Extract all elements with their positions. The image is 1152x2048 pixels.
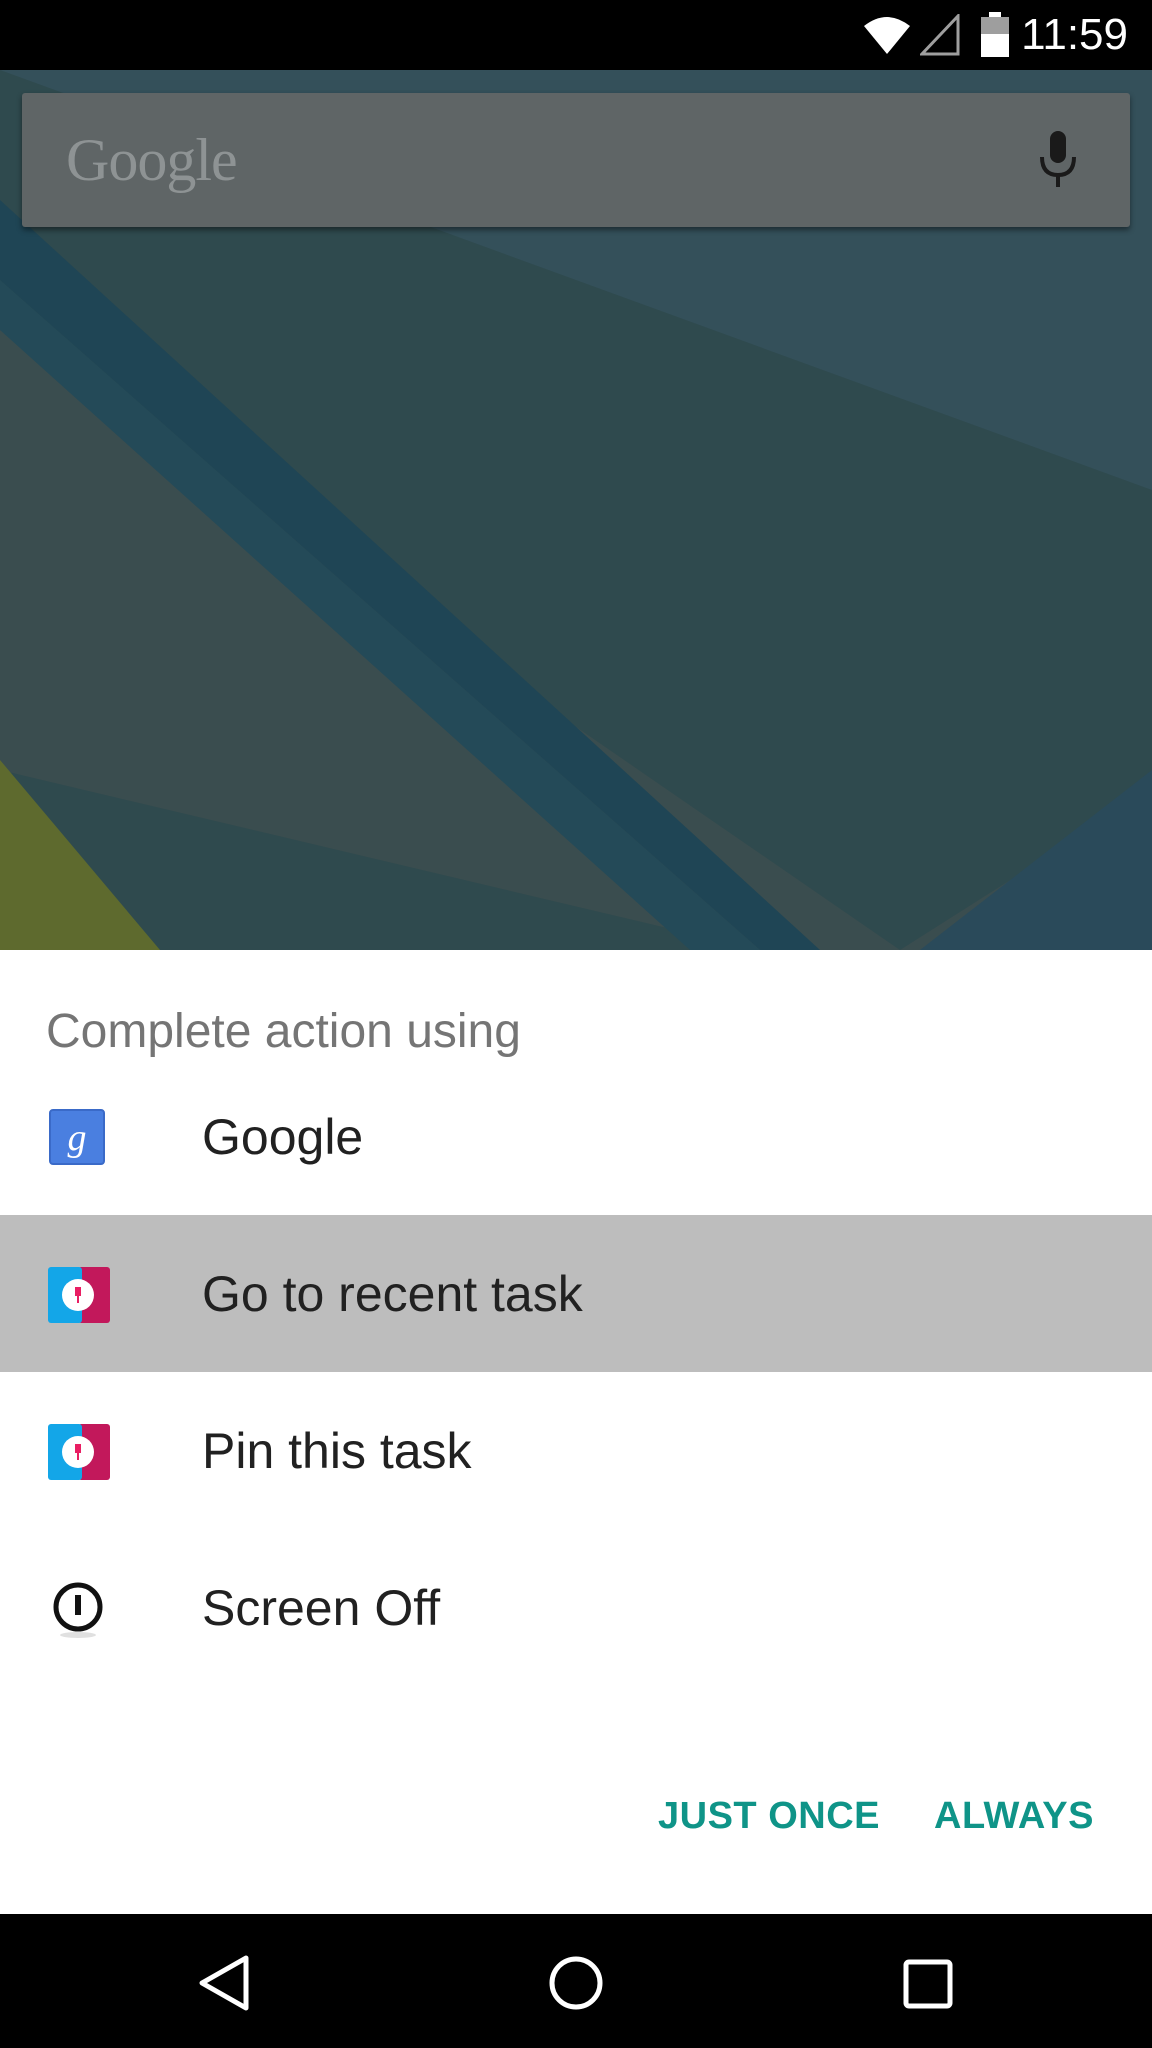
- recents-icon[interactable]: [902, 1958, 954, 2010]
- just-once-button[interactable]: JUST ONCE: [658, 1776, 880, 1856]
- dialog-title: Complete action using: [46, 1005, 521, 1058]
- always-button[interactable]: ALWAYS: [934, 1776, 1094, 1856]
- option-label: Screen Off: [202, 1580, 441, 1636]
- wifi-icon: [864, 17, 910, 54]
- svg-text:g: g: [68, 1117, 87, 1159]
- back-icon[interactable]: [196, 1954, 252, 2012]
- complete-action-dialog: Complete action using g Google Go to rec…: [0, 950, 1152, 1914]
- option-google[interactable]: g Google: [0, 1058, 1152, 1215]
- navigation-bar: [0, 1914, 1152, 2048]
- mic-icon[interactable]: [1034, 129, 1082, 193]
- option-go-to-recent-task[interactable]: Go to recent task: [0, 1215, 1152, 1372]
- option-label: Go to recent task: [202, 1266, 583, 1322]
- option-label: Google: [202, 1109, 364, 1165]
- google-search-bar[interactable]: Google: [22, 93, 1130, 227]
- dialog-actions: JUST ONCE ALWAYS: [0, 1776, 1152, 1856]
- pin-task-app-icon: [48, 1424, 110, 1480]
- battery-icon: [981, 12, 1009, 57]
- recent-task-app-icon: [48, 1267, 110, 1323]
- option-label: Pin this task: [202, 1423, 472, 1479]
- screen-off-icon: [53, 1582, 103, 1638]
- status-bar: 11:59: [0, 0, 1152, 70]
- home-icon[interactable]: [547, 1954, 605, 2012]
- option-screen-off[interactable]: Screen Off: [0, 1529, 1152, 1686]
- cell-signal-icon: [920, 14, 960, 56]
- google-logo: Google: [66, 127, 238, 193]
- clock: 11:59: [1021, 10, 1128, 59]
- google-app-icon: g: [49, 1109, 105, 1165]
- option-pin-this-task[interactable]: Pin this task: [0, 1372, 1152, 1529]
